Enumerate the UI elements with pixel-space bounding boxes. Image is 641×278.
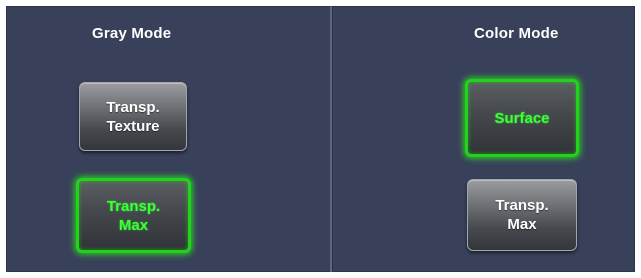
mode-panel: Gray Mode Transp. Texture Transp. Max Co… xyxy=(6,6,635,272)
color-transp-max-button[interactable]: Transp. Max xyxy=(467,179,577,251)
mode-divider xyxy=(330,6,332,272)
color-mode-heading: Color Mode xyxy=(474,25,559,42)
color-surface-button[interactable]: Surface xyxy=(465,79,579,157)
gray-transp-max-button[interactable]: Transp. Max xyxy=(76,178,191,253)
gray-mode-heading: Gray Mode xyxy=(92,25,172,42)
gray-transp-texture-button[interactable]: Transp. Texture xyxy=(79,82,187,151)
